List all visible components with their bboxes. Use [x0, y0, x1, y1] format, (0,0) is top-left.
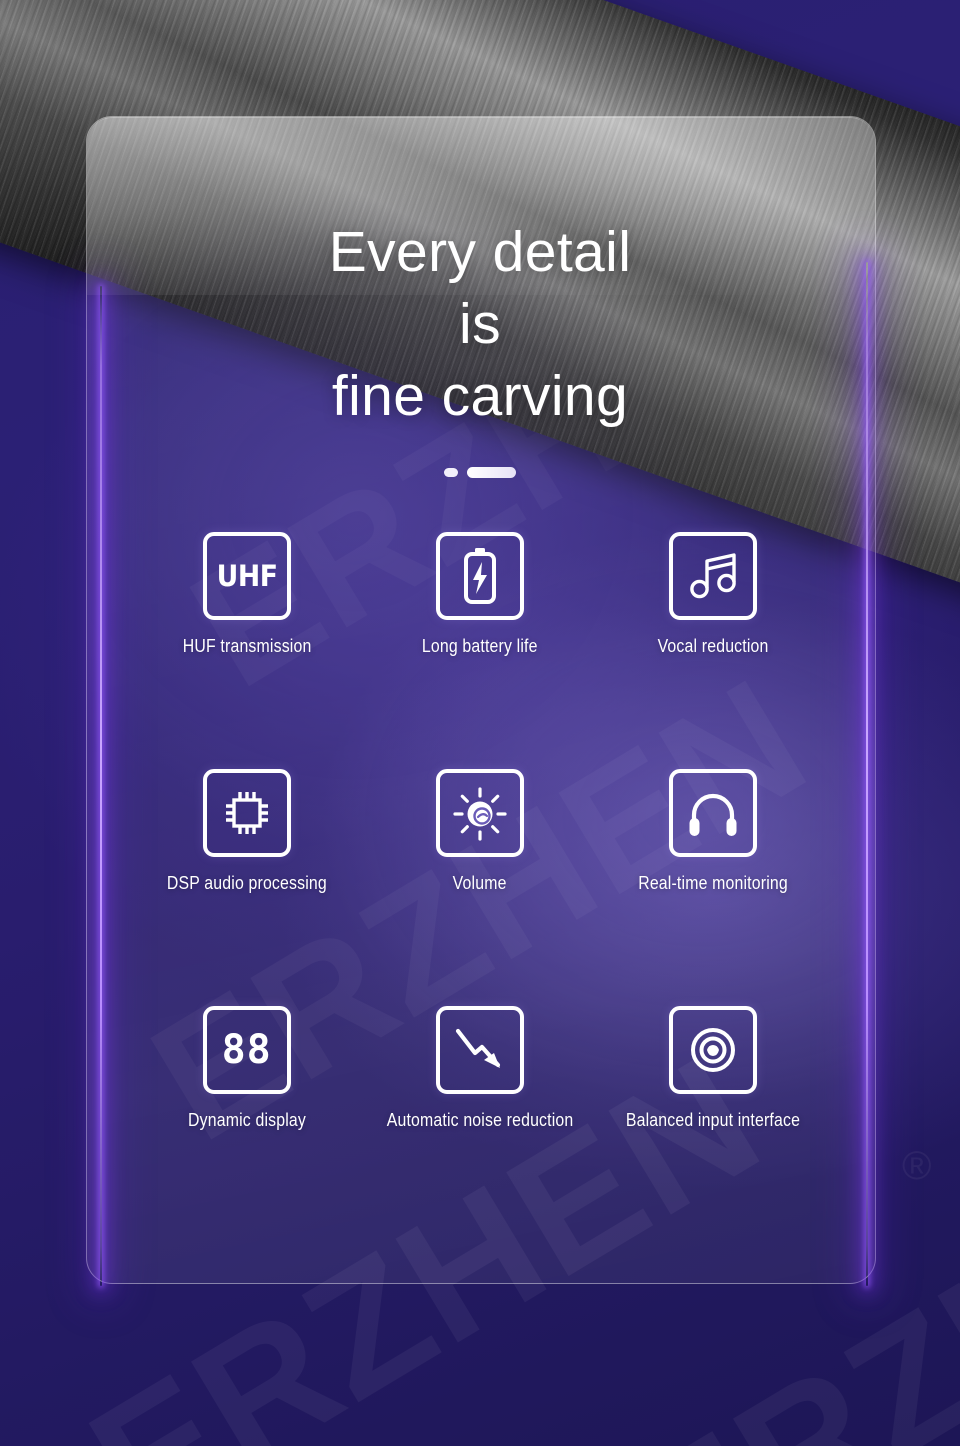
- page-title: Every detail is fine carving: [0, 216, 960, 432]
- headline-line-2: is: [459, 292, 501, 356]
- feature-item-dsp-audio-processing: DSP audio processing: [130, 769, 363, 894]
- seven-segment-display-icon: 88: [202, 1006, 291, 1094]
- feature-label: Real-time monitoring: [638, 873, 789, 893]
- headline-line-1: Every detail: [328, 220, 632, 284]
- feature-label: DSP audio processing: [166, 873, 327, 893]
- promo-banner: ERZHEN ERZHEN ERZHEN ERZHEN ® ® Every de…: [0, 0, 960, 1446]
- feature-item-vocal-reduction: Vocal reduction: [597, 532, 830, 657]
- feature-item-uhf-transmission: UHF HUF transmission: [130, 532, 363, 657]
- brightness-knob-icon: [435, 769, 524, 857]
- divider-bar: [467, 467, 516, 478]
- feature-label: Vocal reduction: [657, 636, 769, 656]
- cpu-chip-icon: [202, 769, 291, 857]
- uhf-icon-label: UHF: [216, 559, 278, 593]
- music-note-icon: [669, 532, 758, 620]
- feature-item-dynamic-display: 88 Dynamic display: [130, 1006, 363, 1131]
- xlr-connector-icon: [669, 1006, 758, 1094]
- title-divider: [0, 467, 960, 478]
- feature-label: Long battery life: [422, 636, 538, 656]
- feature-label: Dynamic display: [187, 1110, 306, 1130]
- feature-label: Volume: [453, 873, 507, 893]
- headline-line-3: fine carving: [331, 364, 629, 428]
- segment-digits: 88: [221, 1027, 272, 1073]
- divider-dot: [444, 468, 458, 477]
- headphones-icon: [669, 769, 758, 857]
- feature-item-automatic-noise-reduction: Automatic noise reduction: [363, 1006, 596, 1131]
- battery-charging-icon: [435, 532, 524, 620]
- uhf-badge-icon: UHF: [202, 532, 291, 620]
- feature-label: Automatic noise reduction: [386, 1110, 574, 1130]
- feature-grid: UHF HUF transmission Long battery life V…: [130, 532, 830, 1131]
- feature-item-real-time-monitoring: Real-time monitoring: [597, 769, 830, 894]
- feature-label: HUF transmission: [182, 636, 312, 656]
- feature-label: Balanced input interface: [626, 1110, 801, 1130]
- feature-item-long-battery-life: Long battery life: [363, 532, 596, 657]
- registered-mark: ®: [902, 1144, 932, 1188]
- declining-trend-arrow-icon: [435, 1006, 524, 1094]
- feature-item-balanced-input-interface: Balanced input interface: [597, 1006, 830, 1131]
- feature-item-volume: Volume: [363, 769, 596, 894]
